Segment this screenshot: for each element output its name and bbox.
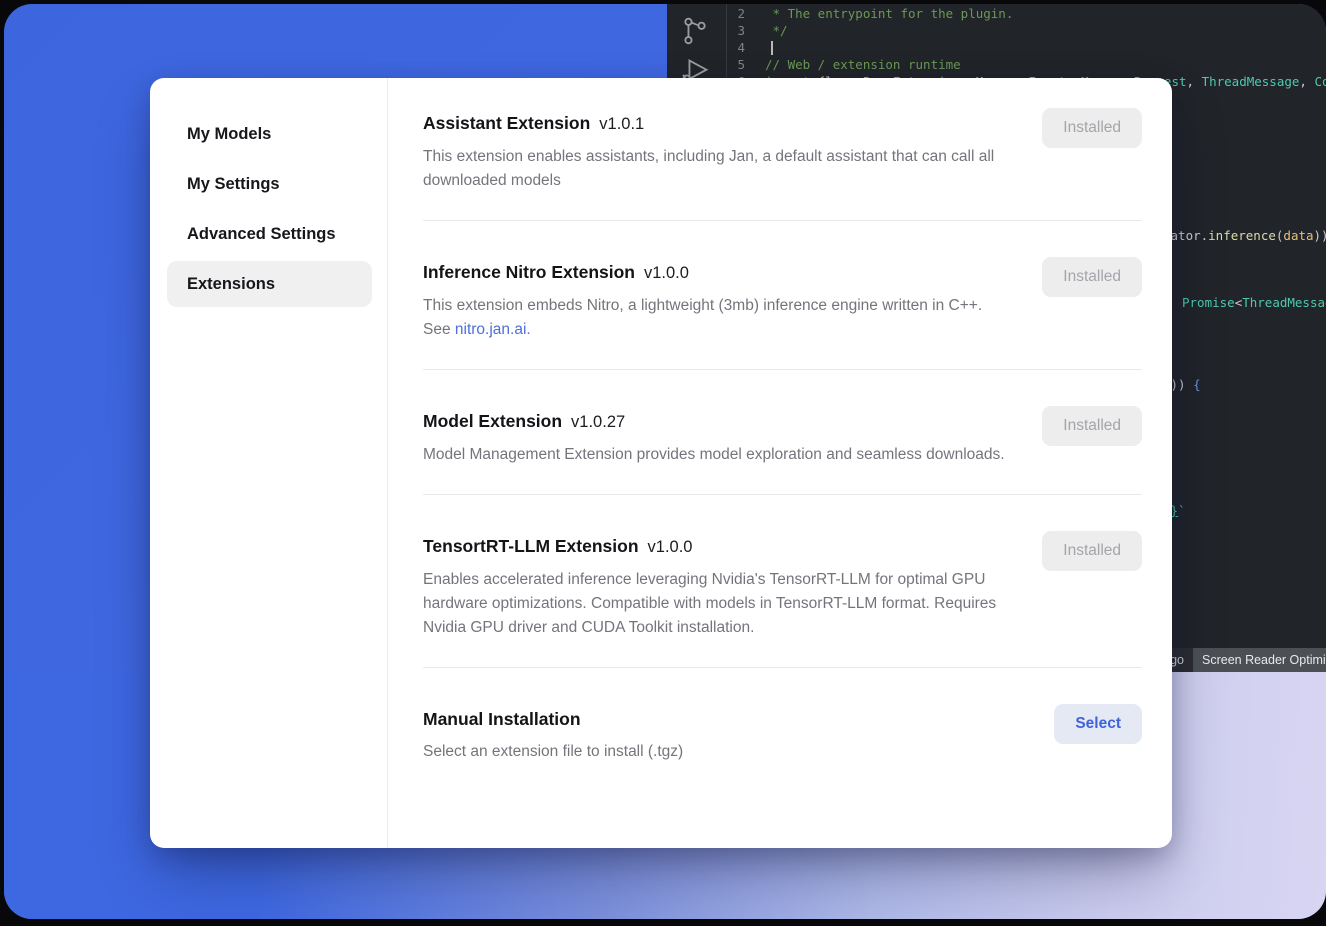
status-text: go xyxy=(1170,653,1184,667)
installed-button[interactable]: Installed xyxy=(1042,108,1142,148)
code-token: ContentType xyxy=(1314,74,1326,89)
extension-section-model-extension: Model Extension v1.0.27 Model Management E… xyxy=(423,408,1142,467)
extension-description: Enables accelerated inference leveraging… xyxy=(423,568,1009,640)
sidebar-item-advanced-settings[interactable]: Advanced Settings xyxy=(167,211,372,257)
description-text: Select an extension file to install (.tg… xyxy=(423,743,683,760)
code-fragment: rator.inference(data)); xyxy=(1163,228,1326,243)
extension-section-manual-installation: Manual Installation Select an extension f… xyxy=(423,706,1142,764)
select-button[interactable]: Select xyxy=(1054,704,1142,744)
sidebar-item-my-models[interactable]: My Models xyxy=(167,111,372,157)
description-text: This extension enables assistants, inclu… xyxy=(423,148,994,189)
extension-version: v1.0.27 xyxy=(571,413,625,431)
extension-description: This extension embeds Nitro, a lightweig… xyxy=(423,294,1009,342)
description-text: Enables accelerated inference leveraging… xyxy=(423,571,996,636)
code-token: inference xyxy=(1208,228,1276,243)
nitro-jan-ai-link[interactable]: nitro.jan.ai. xyxy=(455,321,531,338)
installed-button[interactable]: Installed xyxy=(1042,257,1142,297)
code-token: Promise xyxy=(1182,295,1235,310)
sidebar-item-label: My Models xyxy=(187,125,271,144)
extension-title: Inference Nitro Extension xyxy=(423,262,635,282)
extension-title: TensortRT-LLM Extension xyxy=(423,536,639,556)
extension-section-inference-nitro-extension: Inference Nitro Extension v1.0.0 This exte… xyxy=(423,259,1142,342)
code-token: )) xyxy=(1314,228,1326,243)
code-token: * The entrypoint for the plugin. xyxy=(765,6,1013,21)
code-token: , xyxy=(1299,74,1314,89)
extension-version: v1.0.0 xyxy=(644,264,689,282)
extension-description: This extension enables assistants, inclu… xyxy=(423,145,1009,193)
code-token: data xyxy=(1283,228,1313,243)
sidebar-item-label: My Settings xyxy=(187,175,280,194)
text-cursor xyxy=(771,41,773,55)
code-token: // Web / extension runtime xyxy=(765,57,961,72)
code-line: 2 * The entrypoint for the plugin. xyxy=(667,5,1326,22)
code-token: { xyxy=(1186,377,1201,392)
line-number: 5 xyxy=(667,56,745,73)
extension-version: v1.0.1 xyxy=(599,115,644,133)
sidebar-item-extensions[interactable]: Extensions xyxy=(167,261,372,307)
extension-section-assistant-extension: Assistant Extension v1.0.1 This extension … xyxy=(423,110,1142,193)
code-token: ThreadMessage xyxy=(1242,295,1326,310)
extension-info: Assistant Extension v1.0.1 This extension … xyxy=(423,110,1009,193)
code-token: ` xyxy=(1178,503,1186,518)
extension-info: Model Extension v1.0.27 Model Management E… xyxy=(423,408,1009,467)
sidebar-item-label: Advanced Settings xyxy=(187,225,336,244)
extension-title: Model Extension xyxy=(423,411,562,431)
code-fragment: Promise<ThreadMessage> xyxy=(1182,295,1326,310)
code-token: */ xyxy=(765,23,788,38)
extension-section-tensortrt-llm-extension: TensortRT-LLM Extension v1.0.0 Enables acc… xyxy=(423,533,1142,640)
sidebar-item-my-settings[interactable]: My Settings xyxy=(167,161,372,207)
line-number: 3 xyxy=(667,22,745,39)
extension-description: Select an extension file to install (.tg… xyxy=(423,740,1009,764)
settings-sidebar: My Models My Settings Advanced Settings Ext… xyxy=(150,78,387,848)
code-token: , xyxy=(1187,74,1202,89)
code-line: 3 */ xyxy=(667,22,1326,39)
line-number: 4 xyxy=(667,39,745,56)
extension-info: Manual Installation Select an extension f… xyxy=(423,706,1009,764)
extension-info: TensortRT-LLM Extension v1.0.0 Enables acc… xyxy=(423,533,1009,640)
extensions-panel: Assistant Extension v1.0.1 This extension … xyxy=(388,78,1172,848)
extension-info: Inference Nitro Extension v1.0.0 This exte… xyxy=(423,259,1009,342)
screen-reader-badge: Screen Reader Optimized xyxy=(1193,648,1326,672)
section-divider xyxy=(423,220,1142,221)
settings-dialog: My Models My Settings Advanced Settings Ext… xyxy=(150,78,1172,848)
extension-title: Manual Installation xyxy=(423,709,581,729)
sidebar-item-label: Extensions xyxy=(187,275,275,294)
section-divider xyxy=(423,494,1142,495)
installed-button[interactable]: Installed xyxy=(1042,531,1142,571)
code-token: ThreadMessage xyxy=(1202,74,1300,89)
screenshot-canvas: 2 * The entrypoint for the plugin.3 */45… xyxy=(0,0,1326,926)
code-token: )) xyxy=(1171,377,1186,392)
section-divider xyxy=(423,667,1142,668)
extension-version: v1.0.0 xyxy=(648,538,693,556)
line-number: 2 xyxy=(667,5,745,22)
extension-description: Model Management Extension provides mode… xyxy=(423,443,1009,467)
code-line: 4 xyxy=(667,39,1326,56)
installed-button[interactable]: Installed xyxy=(1042,406,1142,446)
extension-title: Assistant Extension xyxy=(423,113,590,133)
description-text: Model Management Extension provides mode… xyxy=(423,446,1005,463)
code-line: 5 // Web / extension runtime xyxy=(667,56,1326,73)
section-divider xyxy=(423,369,1142,370)
